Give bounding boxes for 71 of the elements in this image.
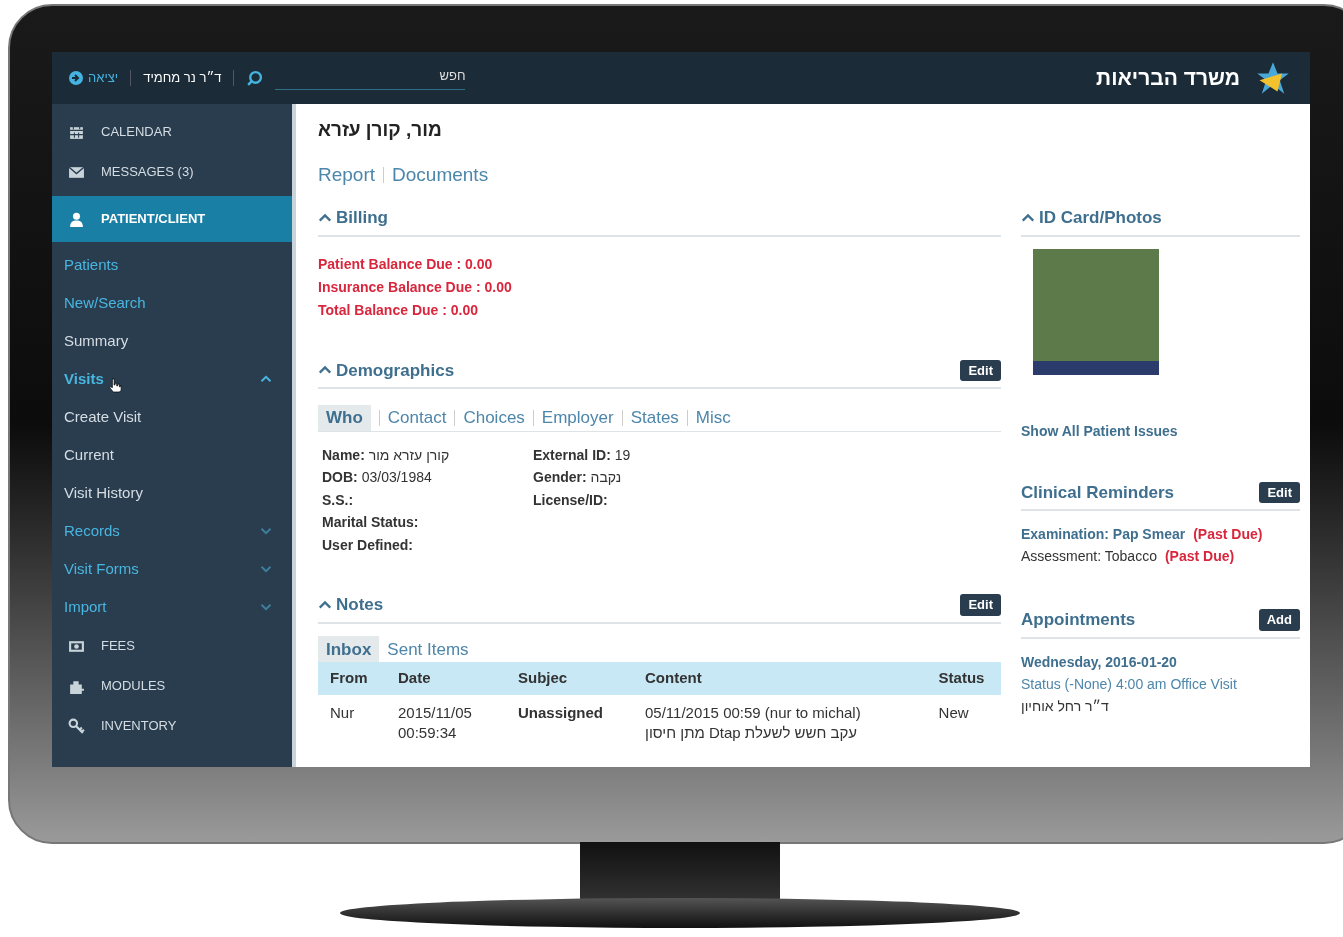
past-due-label: (Past Due) xyxy=(1164,547,1235,566)
tab[interactable]: Employer xyxy=(541,405,614,431)
section-title: Clinical Reminders xyxy=(1021,481,1175,504)
sidebar-link[interactable]: Patients xyxy=(52,246,119,284)
search-field[interactable]: חפש xyxy=(275,65,466,91)
column-header: Status xyxy=(938,662,1001,695)
appointment-date-link[interactable]: Wednesday, 2016-01-20 xyxy=(1021,650,1177,673)
section-title: Appointments xyxy=(1021,609,1136,631)
reminder-text: Assessment: Tobacco xyxy=(1021,547,1157,566)
documents-link[interactable]: Documents xyxy=(392,160,489,189)
sidebar-menu-item[interactable]: CALENDAR xyxy=(52,112,292,152)
add-button[interactable]: Add xyxy=(1258,609,1300,631)
field-text: External ID: 19 xyxy=(533,445,631,465)
table-cell: New xyxy=(938,694,1001,743)
sidebar-link[interactable]: Create Visit xyxy=(52,398,142,436)
logo-text: משרד הבריאות xyxy=(1096,65,1240,92)
logout-link[interactable]: יציאה xyxy=(88,68,119,88)
section-title: ID Card/Photos xyxy=(1039,207,1162,229)
column-header: Subjec xyxy=(518,662,645,695)
appointment-provider: ד״ר רחל אוחיון xyxy=(1021,696,1109,716)
past-due-label: (Past Due) xyxy=(1193,525,1263,544)
reminder-link[interactable]: Examination: Pap Smear xyxy=(1021,523,1186,545)
table-cell: Nur xyxy=(318,694,398,743)
sidebar-menu-item[interactable]: FEES xyxy=(52,626,292,666)
edit-button[interactable]: Edit xyxy=(960,359,1001,381)
patient-name: מור, קורן עזרא xyxy=(318,118,442,142)
balance-text: Insurance Balance Due : 0.00 xyxy=(318,277,512,297)
edit-button[interactable]: Edit xyxy=(1259,481,1300,503)
sidebar-group-link[interactable]: Visit Forms xyxy=(64,557,139,581)
tab[interactable]: Inbox xyxy=(318,635,380,662)
table-cell: Unassigned xyxy=(518,694,645,743)
user-icon xyxy=(68,210,85,228)
column-header: From xyxy=(318,662,398,695)
edit-button[interactable]: Edit xyxy=(960,594,1001,616)
sidebar-menu-item[interactable]: MODULES xyxy=(52,666,292,706)
section-title: Demographics xyxy=(336,359,455,382)
field-text: User Defined: xyxy=(322,535,414,555)
sidebar-link[interactable]: New/Search xyxy=(52,284,146,322)
field-text: License/ID: xyxy=(533,490,608,510)
column-header: Date xyxy=(398,662,518,695)
user-name: ד״ר נר מחמיד xyxy=(143,69,222,88)
search-icon xyxy=(246,69,264,87)
sidebar-link[interactable]: Visit History xyxy=(52,474,143,512)
tab[interactable]: Misc xyxy=(695,405,731,431)
balance-text: Total Balance Due : 0.00 xyxy=(318,300,478,320)
field-text: Marital Status: xyxy=(322,513,419,532)
tab[interactable]: States xyxy=(630,405,679,431)
sidebar-group-link[interactable]: Import xyxy=(64,595,107,619)
field-text: S.S.: xyxy=(322,490,354,510)
sidebar-menu-item[interactable]: PATIENT/CLIENT xyxy=(52,196,292,242)
section-title: Notes xyxy=(336,594,384,616)
balance-text: Patient Balance Due : 0.00 xyxy=(318,254,493,274)
report-link[interactable]: Report xyxy=(318,160,376,189)
field-text: DOB: 03/03/1984 xyxy=(322,468,432,487)
sidebar-menu-item[interactable]: MESSAGES (3) xyxy=(52,152,292,192)
tab[interactable]: Contact xyxy=(387,405,447,431)
sidebar-group-link[interactable]: Visits xyxy=(64,367,104,391)
table-cell: 2015/11/05 00:59:34 xyxy=(398,694,518,743)
sidebar-link[interactable]: Summary xyxy=(52,322,129,360)
logout-icon xyxy=(68,70,84,86)
sidebar-menu-item[interactable]: INVENTORY xyxy=(52,706,292,746)
column-header: Content xyxy=(645,662,939,695)
tab[interactable]: Choices xyxy=(463,405,525,431)
sidebar-link[interactable]: Current xyxy=(52,436,115,474)
tab[interactable]: Sent Items xyxy=(379,635,477,662)
key-icon xyxy=(68,717,85,735)
show-issues-link[interactable]: Show All Patient Issues xyxy=(1021,420,1178,442)
tab[interactable]: Who xyxy=(318,405,371,431)
section-title: Billing xyxy=(336,207,388,229)
appointment-details: Status (-None) 4:00 am Office Visit xyxy=(1021,674,1237,694)
sidebar-group-link[interactable]: Records xyxy=(64,519,120,543)
